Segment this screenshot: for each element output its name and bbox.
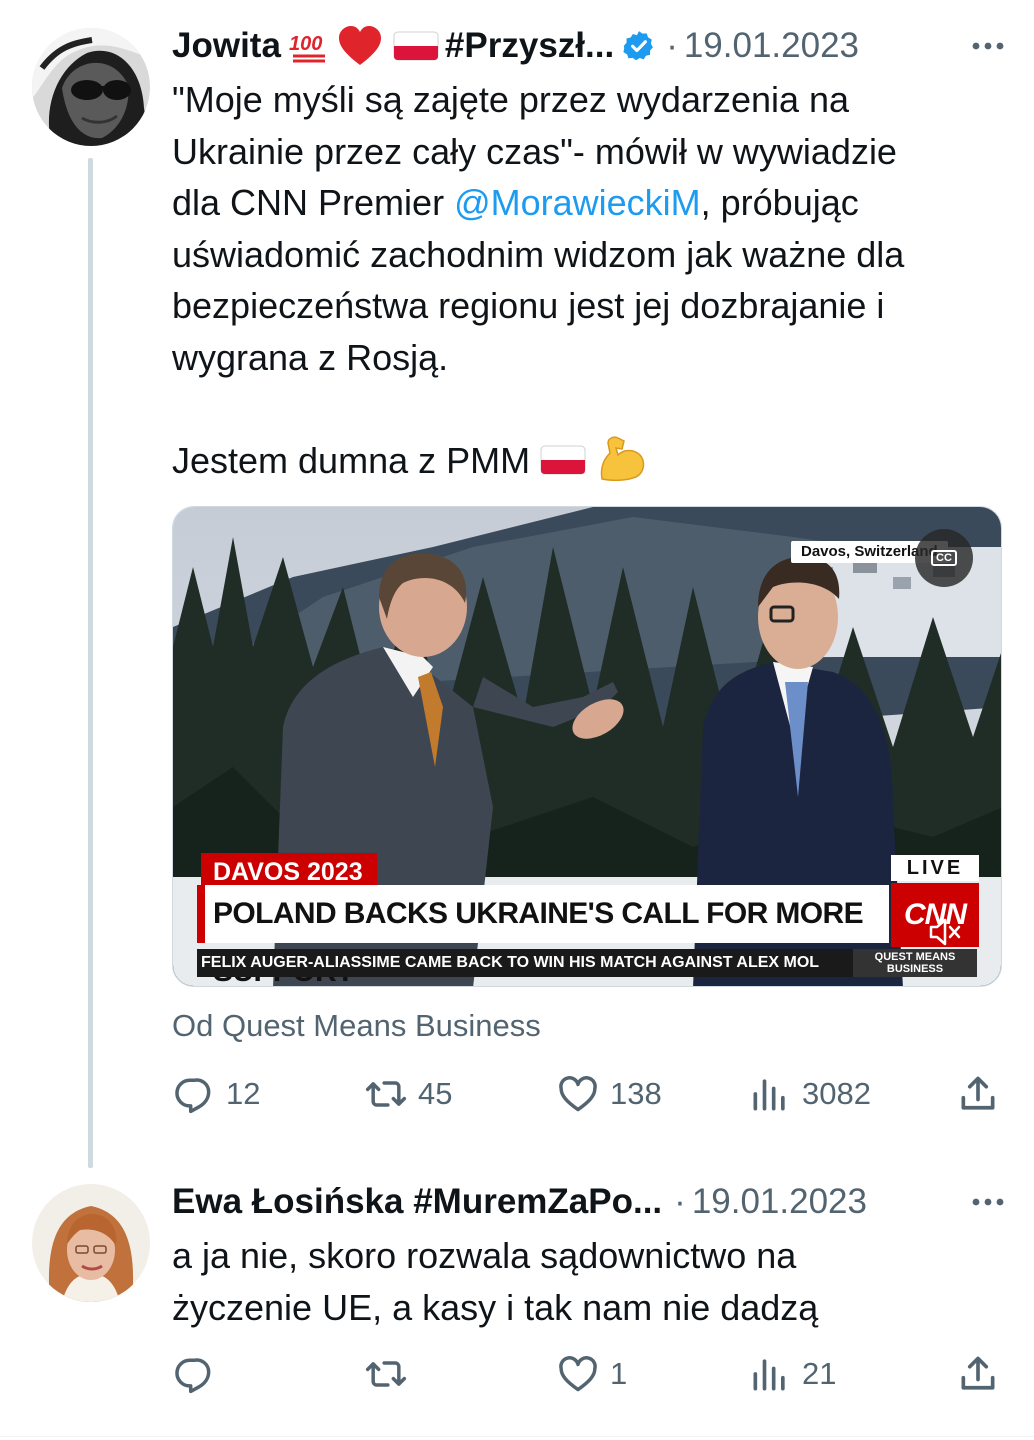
bottom-divider bbox=[0, 1436, 1034, 1437]
retweet-button[interactable]: 45 bbox=[364, 1072, 452, 1116]
avatar-image bbox=[32, 28, 150, 146]
avatar-image bbox=[32, 1184, 150, 1302]
share-icon bbox=[961, 1356, 995, 1390]
author-name[interactable]: Jowita bbox=[172, 26, 281, 66]
separator-dot: · bbox=[666, 26, 678, 65]
share-icon bbox=[961, 1076, 995, 1110]
mention-link[interactable]: @MorawieckiM bbox=[454, 182, 701, 223]
poland-flag-emoji bbox=[540, 445, 586, 474]
reply-count: 12 bbox=[226, 1076, 261, 1111]
views-button[interactable]: 21 bbox=[748, 1352, 836, 1396]
chyron-headline: POLAND BACKS UKRAINE'S CALL FOR MORE SUP… bbox=[197, 885, 889, 986]
mute-icon[interactable] bbox=[925, 915, 965, 949]
verified-badge-icon bbox=[623, 31, 654, 61]
tweet-text-part-2: , próbując uświadomić zachodnim widzom j… bbox=[172, 182, 905, 481]
views-count: 3082 bbox=[802, 1076, 871, 1111]
reply-button[interactable] bbox=[172, 1352, 226, 1396]
views-icon bbox=[753, 1079, 785, 1111]
tweet-text: a ja nie, skoro rozwala sądownictwo na ż… bbox=[172, 1235, 819, 1328]
flexed-biceps-emoji bbox=[600, 435, 645, 481]
video-player[interactable]: Davos, Switzerland CC DAVOS 2023 POLAND … bbox=[172, 506, 1002, 987]
tweet-date[interactable]: 19.01.2023 bbox=[692, 1182, 867, 1222]
reply-button[interactable]: 12 bbox=[172, 1072, 260, 1116]
author-hashtag: #Przyszł... bbox=[444, 26, 615, 65]
tweet-2[interactable]: Ewa Łosińska #MuremZaPo... · 19.01.2023 … bbox=[0, 1160, 1034, 1440]
captions-label: CC bbox=[931, 550, 957, 566]
views-count: 21 bbox=[802, 1356, 837, 1391]
reply-icon bbox=[175, 1358, 211, 1394]
news-ticker: FELIX AUGER-ALIASSIME CAME BACK TO WIN H… bbox=[197, 949, 855, 977]
tweet-1[interactable]: Jowita 100 #Przyszł... · 19.01.2023 "Moj… bbox=[0, 0, 1034, 1168]
tweet-actions: 12 45 138 3082 bbox=[172, 1072, 1002, 1116]
poland-flag-emoji bbox=[393, 31, 439, 61]
retweet-count: 45 bbox=[418, 1076, 453, 1111]
svg-text:100: 100 bbox=[289, 33, 322, 55]
retweet-icon bbox=[365, 1361, 407, 1387]
media-source[interactable]: Od Quest Means Business bbox=[172, 1008, 541, 1044]
tweet-header: Ewa Łosińska #MuremZaPo... · 19.01.2023 bbox=[172, 1178, 1010, 1226]
red-heart-emoji bbox=[338, 26, 381, 65]
views-icon bbox=[753, 1359, 785, 1391]
separator-dot: · bbox=[674, 1182, 686, 1221]
show-name: QUEST MEANS BUSINESS bbox=[853, 949, 977, 977]
like-count: 1 bbox=[610, 1356, 628, 1391]
avatar[interactable] bbox=[32, 1184, 150, 1302]
share-button[interactable] bbox=[956, 1072, 1010, 1116]
retweet-button[interactable] bbox=[364, 1352, 418, 1396]
show-name-line-1: QUEST MEANS bbox=[874, 951, 956, 963]
like-count: 138 bbox=[610, 1076, 662, 1111]
like-button[interactable]: 1 bbox=[556, 1352, 627, 1396]
show-name-line-2: BUSINESS bbox=[886, 963, 944, 975]
tweet-actions: 1 21 bbox=[172, 1352, 1002, 1396]
more-icon[interactable] bbox=[966, 1178, 1010, 1226]
like-icon bbox=[559, 1356, 597, 1392]
like-button[interactable]: 138 bbox=[556, 1072, 662, 1116]
share-button[interactable] bbox=[956, 1352, 1010, 1396]
captions-button[interactable]: CC bbox=[915, 529, 973, 587]
tweet-date[interactable]: 19.01.2023 bbox=[684, 26, 859, 66]
event-label: DAVOS 2023 bbox=[201, 853, 377, 889]
live-badge: LIVE bbox=[891, 855, 979, 881]
reply-icon bbox=[175, 1078, 211, 1114]
views-button[interactable]: 3082 bbox=[748, 1072, 871, 1116]
hundred-points-emoji: 100 bbox=[289, 33, 325, 63]
tweet-text: "Moje myśli są zajęte przez wydarzenia n… bbox=[172, 74, 1002, 486]
tweet-header: Jowita 100 #Przyszł... · 19.01.2023 bbox=[172, 22, 1010, 70]
retweet-icon bbox=[365, 1081, 407, 1107]
more-icon[interactable] bbox=[966, 22, 1010, 70]
thread-line bbox=[88, 158, 93, 1168]
avatar[interactable] bbox=[32, 28, 150, 146]
like-icon bbox=[559, 1076, 597, 1112]
author-name[interactable]: Ewa Łosińska #MuremZaPo... bbox=[172, 1182, 662, 1222]
